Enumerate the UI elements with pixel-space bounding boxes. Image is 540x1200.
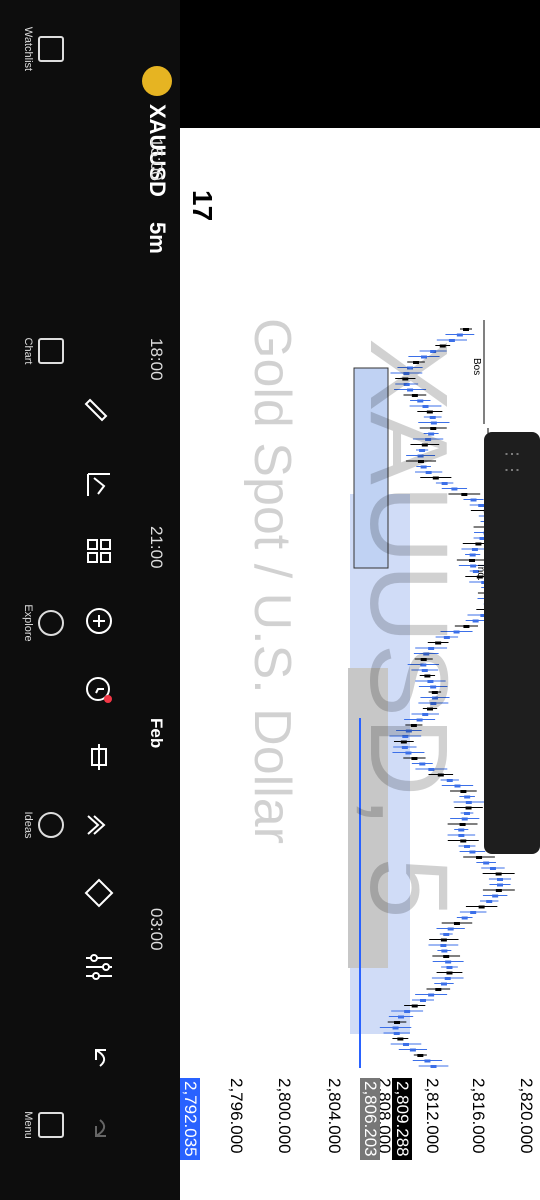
time-label: 03:00	[147, 908, 166, 951]
time-label: 18:00	[147, 338, 166, 381]
candle-body	[446, 966, 453, 969]
candle-body	[489, 867, 496, 870]
grid-icon[interactable]	[82, 534, 116, 568]
price-label: 2,806.203	[360, 1078, 380, 1160]
chart-toolbar	[70, 0, 130, 1200]
candle-body	[472, 619, 479, 623]
chart-canvas[interactable]: Bos Ind. XAUUSD, 5 Gold Spot / U.S. Doll…	[130, 128, 540, 1068]
candle-body	[419, 999, 426, 1002]
price-label: 2,792.035	[180, 1078, 200, 1160]
time-label: 15:00	[147, 138, 166, 181]
candle-body	[453, 922, 460, 925]
candle-body	[443, 933, 450, 936]
candle-body	[456, 333, 463, 337]
panel-drag-handle[interactable]: ⋮⋮	[502, 446, 522, 478]
nav-label: Watchlist	[22, 26, 34, 72]
candle-body	[444, 977, 451, 980]
price-axis[interactable]: 2,820.000 2,816.000 2,812.000 2,809.288 2,80…	[130, 1068, 540, 1200]
alarm-icon[interactable]	[82, 672, 116, 706]
chevrons-icon[interactable]	[82, 808, 116, 842]
price-label: 2,812.000	[423, 1078, 442, 1154]
time-label: Feb	[147, 718, 166, 749]
watermark-name: Gold Spot / U.S. Dollar	[243, 318, 301, 844]
add-icon[interactable]	[82, 604, 116, 638]
candle-body	[478, 905, 485, 909]
candle-body	[424, 1059, 431, 1063]
candle-body	[440, 944, 447, 947]
fib-icon[interactable]	[82, 468, 116, 502]
price-label: 2,796.000	[227, 1078, 246, 1154]
candle-body	[393, 1032, 400, 1035]
drawing-tools-panel: ⋮⋮	[484, 432, 540, 854]
candle-body	[497, 883, 503, 887]
candle-body	[435, 988, 442, 991]
nav-label: Explore	[22, 604, 34, 642]
redo-icon[interactable]	[82, 1112, 116, 1146]
nav-label: Menu	[22, 1111, 34, 1139]
candle-body	[398, 1015, 405, 1019]
price-label: 2,809.288	[392, 1078, 412, 1160]
price-label: 2,804.000	[325, 1078, 344, 1154]
nav-label: Chart	[22, 337, 34, 365]
candle-body	[495, 889, 502, 892]
pencil-icon[interactable]	[82, 392, 116, 426]
logo: 17	[187, 190, 218, 222]
price-label: 2,820.000	[517, 1078, 536, 1154]
candle-body	[440, 982, 447, 986]
watermark-symbol: XAUUSD, 5	[347, 338, 470, 919]
candle-body	[392, 1026, 399, 1030]
nav-ideas[interactable]: Ideas	[22, 790, 64, 860]
candle-body	[394, 1021, 401, 1024]
candle-body	[446, 971, 453, 975]
candle-body	[443, 955, 450, 958]
menu-icon	[38, 1112, 64, 1138]
price-label: 2,800.000	[275, 1078, 294, 1154]
candle-body	[411, 1004, 418, 1008]
candle-body	[463, 328, 469, 331]
screen: Bos Ind. XAUUSD, 5 Gold Spot / U.S. Doll…	[0, 0, 540, 1200]
bos-label: Bos	[471, 358, 482, 375]
align-icon[interactable]	[82, 740, 116, 774]
candle-body	[409, 1048, 416, 1052]
nav-chart[interactable]: Chart	[22, 316, 64, 386]
nav-label: Ideas	[22, 811, 34, 839]
candle-body	[486, 900, 493, 903]
candle-body	[483, 861, 490, 865]
candle-body	[447, 927, 454, 931]
nav-watchlist[interactable]: Watchlist	[22, 14, 64, 84]
candle-body	[428, 993, 435, 997]
undo-icon[interactable]	[82, 1040, 116, 1074]
candle-body	[495, 872, 502, 876]
nav-explore[interactable]: Explore	[22, 588, 64, 658]
time-axis[interactable]: 15:00 18:00 21:00 Feb 03:00	[130, 128, 180, 1068]
sliders-icon[interactable]	[82, 950, 116, 984]
price-label: 2,816.000	[469, 1078, 488, 1154]
candle-body	[445, 960, 452, 964]
watchlist-icon	[38, 36, 64, 62]
symbol-icon	[142, 66, 172, 96]
candle-body	[476, 856, 483, 859]
candle-body	[497, 878, 503, 881]
compass-icon	[38, 610, 64, 636]
candle-body	[397, 1037, 404, 1041]
candle-body	[475, 542, 482, 546]
candle-body	[471, 548, 478, 551]
diamond-icon[interactable]	[82, 876, 116, 910]
candle-body	[417, 1054, 424, 1057]
candle-body	[492, 894, 499, 898]
candle-body	[441, 949, 448, 953]
candle-body	[404, 1010, 411, 1013]
bottom-nav: Watchlist Chart Explore Ideas Menu	[0, 0, 70, 1200]
app-root: Bos Ind. XAUUSD, 5 Gold Spot / U.S. Doll…	[0, 0, 540, 1200]
nav-menu[interactable]: Menu	[22, 1090, 64, 1160]
candle-body	[402, 1043, 409, 1046]
lightbulb-icon	[38, 812, 64, 838]
chart-icon	[38, 338, 64, 364]
time-label: 21:00	[147, 526, 166, 569]
candle-body	[440, 938, 447, 942]
